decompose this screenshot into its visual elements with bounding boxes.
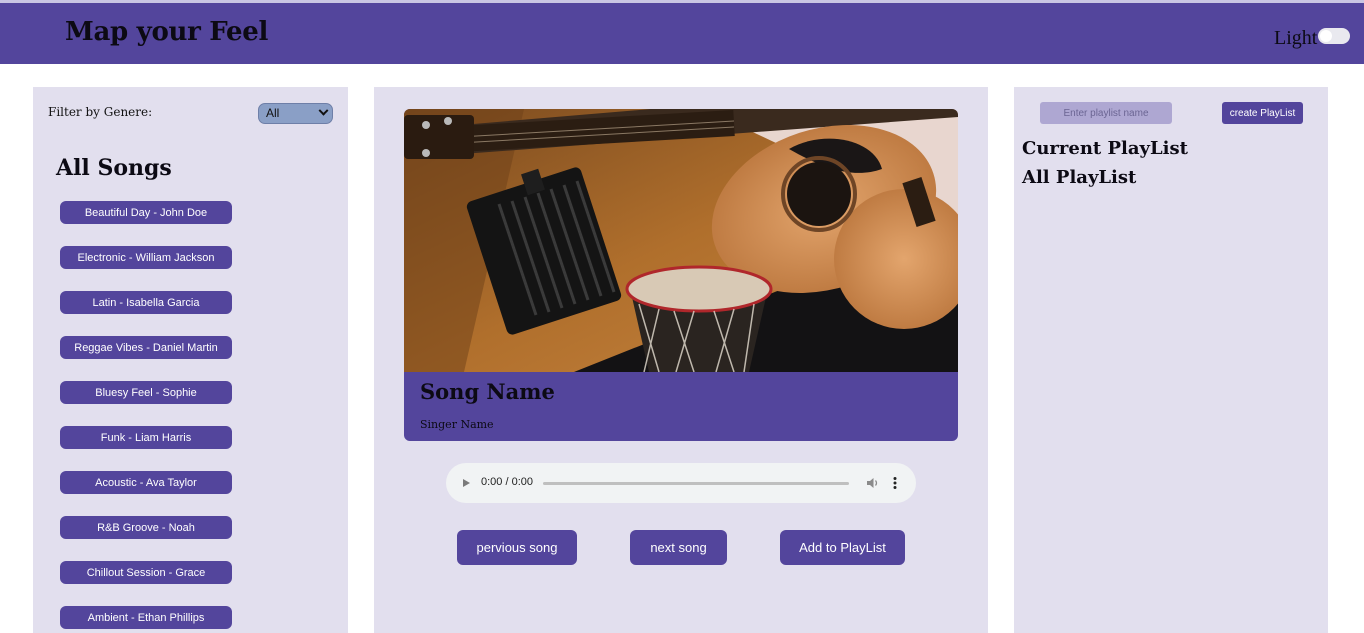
app-title: Map your Feel	[65, 17, 269, 47]
audio-player[interactable]: 0:00 / 0:00	[446, 463, 916, 503]
previous-song-button[interactable]: pervious song	[457, 530, 577, 565]
song-title: Song Name	[420, 379, 555, 404]
song-button[interactable]: Bluesy Feel - Sophie	[60, 381, 232, 404]
app-header: Map your Feel Light	[0, 3, 1364, 64]
album-cover-image	[404, 109, 958, 372]
create-playlist-button[interactable]: create PlayList	[1222, 102, 1303, 124]
songs-panel: Filter by Genere: All All Songs Beautifu…	[33, 87, 348, 633]
genre-select-value: All	[266, 106, 280, 120]
play-icon[interactable]	[463, 479, 470, 487]
genre-select[interactable]: All	[258, 103, 333, 124]
theme-label: Light	[1274, 27, 1318, 49]
song-button[interactable]: Chillout Session - Grace	[60, 561, 232, 584]
songs-title: All Songs	[56, 155, 172, 181]
seek-bar[interactable]	[543, 482, 849, 485]
singer-name: Singer Name	[420, 418, 494, 431]
all-playlist-heading: All PlayList	[1022, 167, 1137, 188]
song-button[interactable]: Beautiful Day - John Doe	[60, 201, 232, 224]
song-button[interactable]: R&B Groove - Noah	[60, 516, 232, 539]
song-button[interactable]: Acoustic - Ava Taylor	[60, 471, 232, 494]
song-button[interactable]: Reggae Vibes - Daniel Martin	[60, 336, 232, 359]
current-playlist-heading: Current PlayList	[1022, 138, 1188, 159]
player-panel: Song Name Singer Name 0:00 / 0:00 pervio…	[374, 87, 988, 633]
time-display: 0:00 / 0:00	[481, 476, 533, 488]
playlist-panel: Enter playlist name create PlayList Curr…	[1014, 87, 1328, 633]
toggle-knob	[1320, 30, 1332, 42]
volume-icon[interactable]	[866, 476, 880, 490]
theme-toggle[interactable]	[1318, 28, 1350, 44]
song-button[interactable]: Ambient - Ethan Phillips	[60, 606, 232, 629]
song-button[interactable]: Electronic - William Jackson	[60, 246, 232, 269]
next-song-button[interactable]: next song	[630, 530, 727, 565]
now-playing-card: Song Name Singer Name	[404, 109, 958, 441]
playlist-name-input[interactable]: Enter playlist name	[1040, 102, 1172, 124]
chevron-down-icon	[318, 105, 329, 116]
song-button[interactable]: Funk - Liam Harris	[60, 426, 232, 449]
more-options-icon[interactable]	[893, 476, 897, 490]
song-list: Beautiful Day - John Doe Electronic - Wi…	[60, 201, 232, 633]
add-to-playlist-button[interactable]: Add to PlayList	[780, 530, 905, 565]
filter-label: Filter by Genere:	[48, 105, 153, 119]
song-button[interactable]: Latin - Isabella Garcia	[60, 291, 232, 314]
